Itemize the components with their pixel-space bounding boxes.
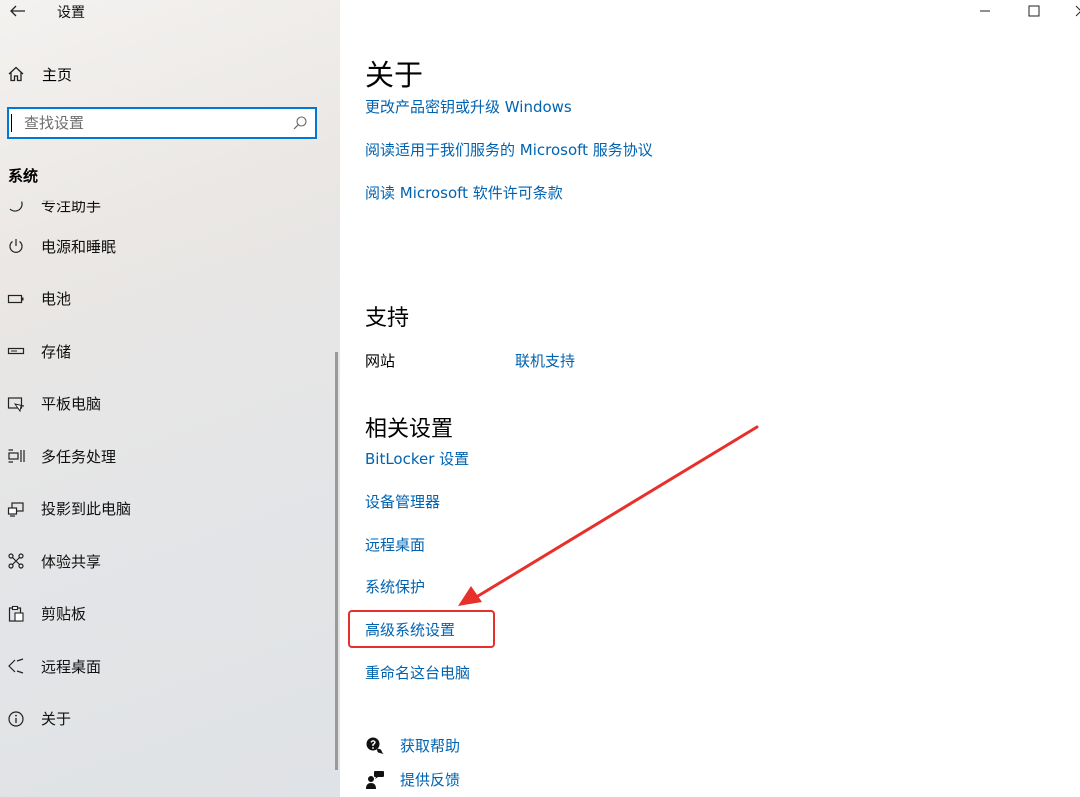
sidebar-scrollbar[interactable] [335, 352, 338, 770]
sidebar-item-label: 电源和睡眠 [41, 237, 117, 256]
feedback-person-icon [365, 770, 385, 790]
sidebar-item-remote-desktop[interactable]: 远程桌面 [0, 640, 336, 693]
clipboard-icon [6, 604, 26, 624]
sidebar-item-shared-experiences[interactable]: 体验共享 [0, 535, 336, 588]
website-label: 网站 [365, 352, 396, 370]
sidebar-item-home[interactable]: 主页 [0, 58, 340, 90]
search-icon[interactable] [289, 113, 311, 133]
give-feedback-row[interactable]: 提供反馈 [365, 769, 460, 790]
sidebar-item-label: 远程桌面 [41, 657, 102, 676]
back-arrow-icon[interactable] [8, 0, 28, 22]
device-manager-link[interactable]: 设备管理器 [365, 491, 440, 512]
moon-icon [6, 201, 26, 216]
sidebar-item-about[interactable]: 关于 [0, 693, 336, 746]
sidebar-item-label: 存储 [41, 342, 72, 361]
change-product-key-link[interactable]: 更改产品密钥或升级 Windows [365, 96, 572, 117]
sidebar-item-label: 关于 [41, 710, 72, 729]
sidebar-item-label: 多任务处理 [41, 447, 117, 466]
sidebar-item-clipboard[interactable]: 剪贴板 [0, 588, 336, 641]
sidebar-item-label: 剪贴板 [41, 605, 87, 624]
sidebar-item-projecting[interactable]: 投影到此电脑 [0, 483, 336, 536]
remote-desktop-icon [6, 656, 26, 676]
support-heading: 支持 [365, 306, 410, 331]
sidebar-nav-list: 专注助手 电源和睡眠 电池 存储 平板电脑 多任务处理 投影到此电脑 体验共享 … [0, 192, 336, 745]
related-settings-heading: 相关设置 [365, 417, 454, 442]
rename-pc-link[interactable]: 重命名这台电脑 [365, 662, 470, 683]
sidebar-item-label: 体验共享 [41, 552, 102, 571]
help-chat-icon [365, 736, 385, 756]
microsoft-services-agreement-link[interactable]: 阅读适用于我们服务的 Microsoft 服务协议 [365, 139, 653, 160]
multitasking-icon [6, 446, 26, 466]
sidebar-item-label: 投影到此电脑 [41, 500, 132, 519]
page-title: 关于 [365, 58, 424, 92]
software-license-terms-link[interactable]: 阅读 Microsoft 软件许可条款 [365, 182, 563, 203]
bitlocker-settings-link[interactable]: BitLocker 设置 [365, 448, 469, 469]
system-protection-link[interactable]: 系统保护 [365, 576, 425, 597]
sidebar-item-multitasking[interactable]: 多任务处理 [0, 430, 336, 483]
sidebar-item-tablet[interactable]: 平板电脑 [0, 378, 336, 431]
sidebar-item-storage[interactable]: 存储 [0, 325, 336, 378]
shared-experiences-icon [6, 551, 26, 571]
annotation-highlight-box [348, 610, 495, 648]
sidebar-item-focus-assist[interactable]: 专注助手 [0, 172, 336, 220]
window-title: 设置 [57, 5, 85, 21]
sidebar-item-label: 主页 [42, 65, 73, 84]
storage-icon [6, 341, 26, 361]
tablet-icon [6, 394, 26, 414]
give-feedback-link[interactable]: 提供反馈 [400, 769, 460, 790]
sidebar-item-power-sleep[interactable]: 电源和睡眠 [0, 220, 336, 273]
battery-icon [6, 289, 26, 309]
projecting-icon [6, 499, 26, 519]
sidebar-item-label: 专注助手 [41, 197, 102, 215]
remote-desktop-link[interactable]: 远程桌面 [365, 534, 425, 555]
power-icon [6, 236, 26, 256]
main-content: 关于 更改产品密钥或升级 Windows 阅读适用于我们服务的 Microsof… [340, 0, 1080, 797]
sidebar-item-label: 电池 [41, 290, 72, 309]
sidebar-item-label: 平板电脑 [41, 395, 102, 414]
sidebar-item-battery[interactable]: 电池 [0, 273, 336, 326]
home-icon [6, 64, 26, 84]
get-help-link[interactable]: 获取帮助 [400, 735, 460, 756]
sidebar: 设置 主页 系统 专注助手 电源和睡眠 电 [0, 0, 340, 797]
online-support-link[interactable]: 联机支持 [515, 350, 575, 371]
search-box [7, 107, 317, 139]
get-help-row[interactable]: 获取帮助 [365, 735, 460, 756]
search-input[interactable] [11, 114, 289, 132]
info-icon [6, 709, 26, 729]
